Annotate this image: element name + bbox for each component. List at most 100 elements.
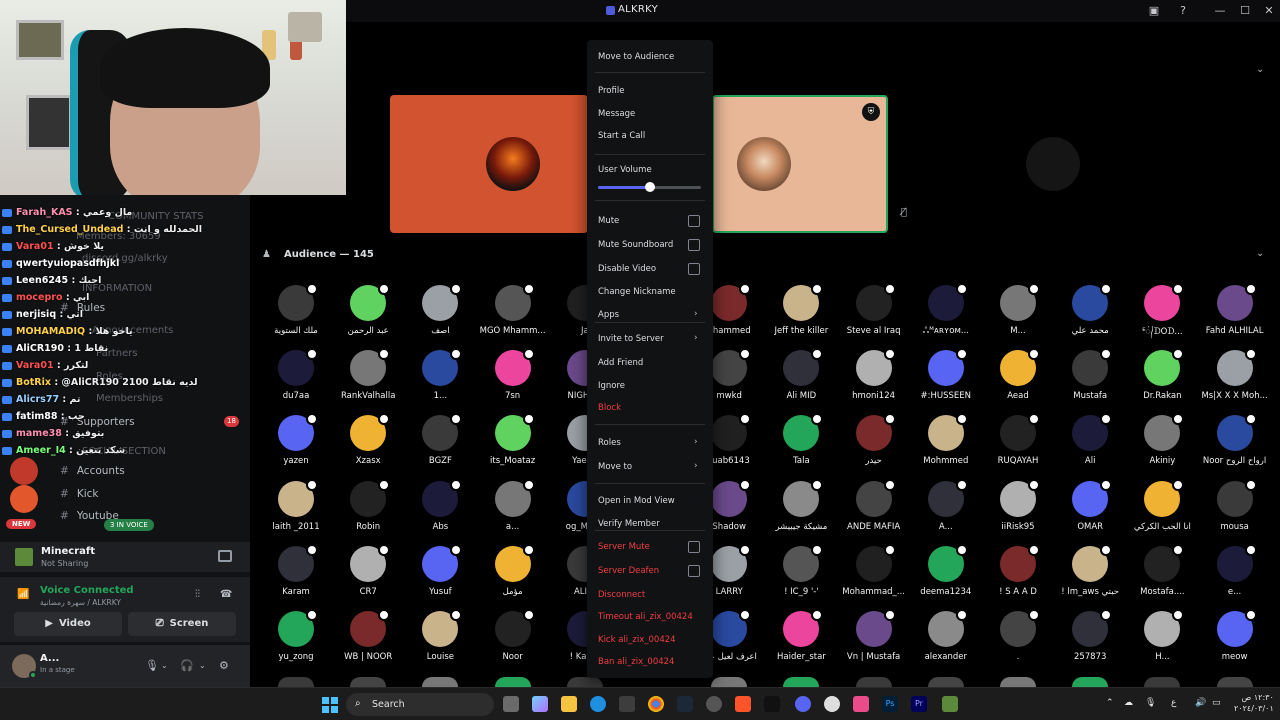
audience-member[interactable]: 1... [405,348,475,412]
audience-member[interactable]: Karam [261,544,331,608]
brave-icon[interactable] [735,696,751,712]
audience-member[interactable]: laith _2011 [261,479,331,543]
photoshop-icon[interactable]: Ps [882,696,898,712]
audience-member[interactable]: ஃᴹᴀʀʏᴏᴍ... [911,283,981,347]
audience-member[interactable]: yu_zong [261,609,331,673]
minecraft-icon[interactable] [942,696,958,712]
menu-item-disconnect[interactable]: Disconnect [598,590,708,600]
checkbox[interactable] [688,263,700,275]
avatar[interactable] [1072,677,1109,687]
menu-item-kick-ali-zix-00424[interactable]: Kick ali_zix_00424 [598,635,708,645]
show-hidden-icons[interactable]: ⌃ [1106,698,1114,708]
screen-button[interactable]: ⎚ Screen [128,612,236,636]
audience-member[interactable]: انا الحب الكركي [1127,479,1197,543]
screen-share-icon[interactable] [218,550,232,562]
audience-member[interactable]: عبد الرحمن [333,283,403,347]
audience-member[interactable]: deema1234 [911,544,981,608]
audience-member[interactable]: ᴱ᭄ᗪOᗪ... [1127,283,1197,347]
edge-icon[interactable] [590,696,606,712]
audience-member[interactable]: Xzasx [333,413,403,477]
audience-member[interactable]: Akiniy [1127,413,1197,477]
audience-member[interactable]: ! IC_9 '-' [766,544,836,608]
chrome-icon[interactable] [648,696,664,712]
audience-member[interactable]: CR7 [333,544,403,608]
obs-icon[interactable] [824,696,840,712]
network-icon[interactable]: ▭ [1212,698,1221,708]
premiere-icon[interactable]: Pr [911,696,927,712]
help-icon[interactable]: ? [1175,3,1191,19]
menu-item-verify-member[interactable]: Verify Member [598,519,708,529]
disconnect-icon[interactable]: ☎ [220,589,232,600]
audience-member[interactable]: ! S A A D [983,544,1053,608]
audience-member[interactable]: Tala [766,413,836,477]
audience-member[interactable]: e... [1200,544,1270,608]
discord-icon[interactable] [795,696,811,712]
menu-item-ignore[interactable]: Ignore [598,381,708,391]
audience-member[interactable]: Noor ارواح الروح [1200,413,1270,477]
checkbox[interactable] [688,541,700,553]
audience-member[interactable]: حيدر [839,413,909,477]
maximize-button[interactable]: ☐ [1237,3,1253,19]
audience-member[interactable]: A... [911,479,981,543]
avatar[interactable] [1000,677,1036,687]
audience-member[interactable]: MGO Mhamm... [478,283,548,347]
mic-tray-icon[interactable]: 🎙 [1145,698,1156,708]
menu-item-ban-ali-zix-00424[interactable]: Ban ali_zix_00424 [598,657,708,667]
taskbar-search[interactable]: ⌕ Search [346,693,494,716]
audience-member[interactable]: RUQAYAH [983,413,1053,477]
microphone-icon[interactable]: 🎙 [145,659,159,672]
stage-speaker-tile[interactable]: 🎙̸ [901,95,1166,233]
task-view-icon[interactable] [503,696,519,712]
menu-item-profile[interactable]: Profile [598,86,708,96]
avatar[interactable] [855,677,892,687]
menu-item-message[interactable]: Message [598,109,708,119]
audience-member[interactable]: its_Moataz [478,413,548,477]
audience-member[interactable]: hmoni124 [839,348,909,412]
audience-member[interactable]: Ali MID [766,348,836,412]
chevron-down-icon[interactable]: ⌄ [199,661,206,670]
audience-member[interactable]: Noor [478,609,548,673]
audience-member[interactable]: 7sn [478,348,548,412]
menu-item-user-volume[interactable]: User Volume [598,165,708,175]
audience-member[interactable]: Mostafa.... [1127,544,1197,608]
audience-member[interactable]: . [983,609,1053,673]
avatar[interactable] [278,677,314,687]
audience-member[interactable]: مشيكة جيبيشر [766,479,836,543]
avatar[interactable] [566,677,603,687]
audience-member[interactable]: ! lm_aws حبتي [1055,544,1125,608]
chevron-down-icon[interactable]: ⌄ [1256,248,1264,259]
app-icon[interactable] [853,696,869,712]
language-indicator[interactable]: ع [1171,698,1176,708]
noise-suppression-icon[interactable]: ⫶⫶ [195,589,200,600]
menu-item-change-nickname[interactable]: Change Nickname [598,287,708,297]
gear-icon[interactable]: ⚙ [219,659,229,672]
audience-member[interactable]: du7aa [261,348,331,412]
chevron-down-icon[interactable]: ⌄ [161,661,168,670]
avatar[interactable] [1216,677,1253,687]
menu-item-apps[interactable]: Apps › [598,309,708,320]
audience-member[interactable]: محمد علي [1055,283,1125,347]
video-button[interactable]: ▶ Video [14,612,122,636]
audience-member[interactable]: Steve al Iraq [839,283,909,347]
audience-member[interactable]: OMAR [1055,479,1125,543]
menu-item-add-friend[interactable]: Add Friend [598,358,708,368]
audience-member[interactable]: WB | NOOR [333,609,403,673]
menu-item-invite-to-server[interactable]: Invite to Server › [598,333,708,344]
signal-icon[interactable]: 📶 [17,589,29,600]
audience-member[interactable]: Aead [983,348,1053,412]
store-icon[interactable] [619,696,635,712]
clock[interactable]: ١٢:٣٠ ص ٢٠٢٤/٠٣/٠١ [1234,692,1274,714]
menu-item-block[interactable]: Block [598,403,708,413]
capcut-icon[interactable] [764,696,780,712]
headphones-icon[interactable]: 🎧 [180,659,194,672]
copilot-icon[interactable] [532,696,548,712]
menu-item-move-to[interactable]: Move to › [598,461,708,472]
audience-member[interactable]: RankValhalla [333,348,403,412]
volume-slider-handle[interactable] [644,182,655,192]
server-icon[interactable] [10,485,38,513]
volume-slider[interactable] [598,182,701,192]
audience-member[interactable]: مؤمل [478,544,548,608]
avatar[interactable] [1144,677,1181,687]
audience-member[interactable]: Mohammad_... [839,544,909,608]
avatar[interactable] [422,677,459,687]
